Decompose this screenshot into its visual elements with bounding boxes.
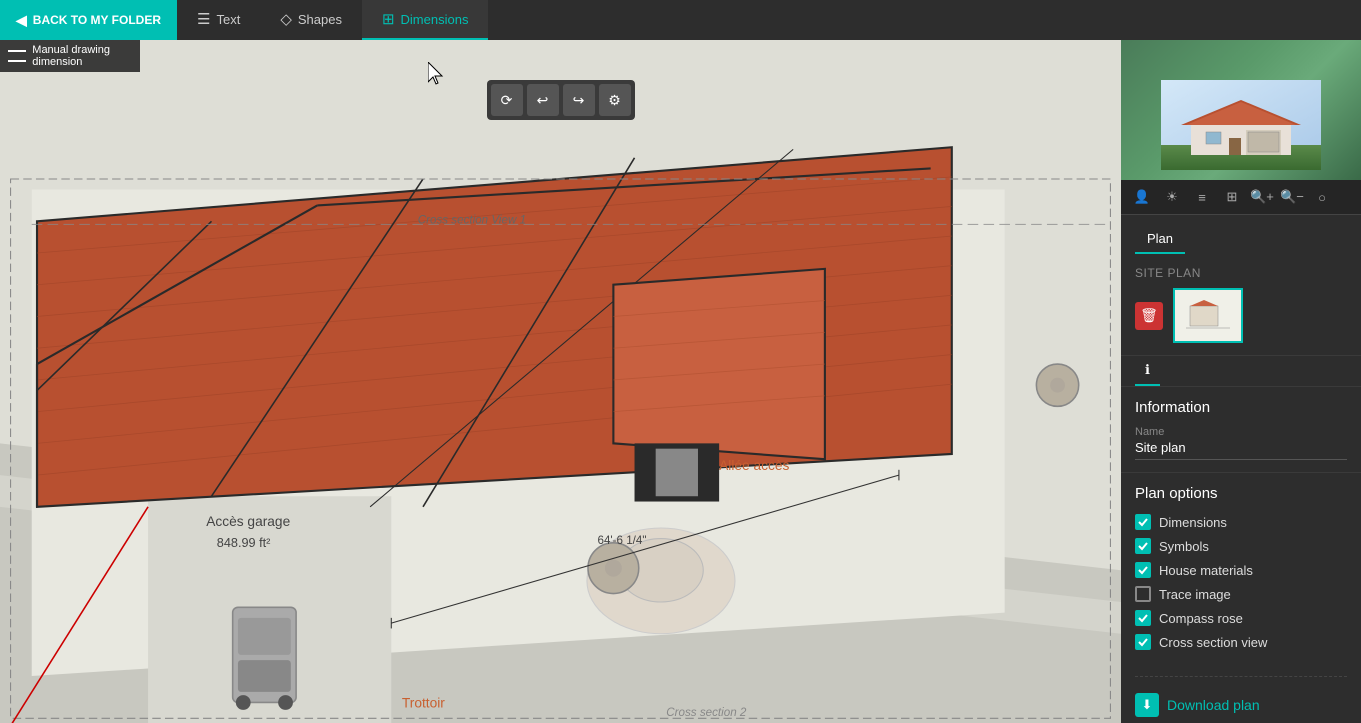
info-tab-button[interactable]: ℹ xyxy=(1135,356,1160,386)
compass-rose-label: Compass rose xyxy=(1159,611,1243,626)
reset-view-button[interactable]: ○ xyxy=(1309,184,1335,210)
back-button[interactable]: ◀ BACK TO MY FOLDER xyxy=(0,0,177,40)
undo-button[interactable]: ↩ xyxy=(527,84,559,116)
tab-dimensions[interactable]: ⊞ Dimensions xyxy=(362,0,489,40)
redo-button[interactable]: ↪ xyxy=(563,84,595,116)
svg-text:Allée accès: Allée accès xyxy=(719,458,789,473)
option-cross-section-view: Cross section view xyxy=(1135,634,1347,650)
zoom-out-button[interactable]: 🔍− xyxy=(1279,184,1305,210)
site-plan-thumb-image xyxy=(1186,298,1230,334)
panel-toolbar: 👤 ☀ ≡ ⊞ 🔍+ 🔍− ○ xyxy=(1121,180,1361,215)
download-plan-button[interactable]: ⬇ Download plan xyxy=(1121,683,1361,723)
tooltip-label: Manual drawing dimension xyxy=(32,44,132,68)
person-button[interactable]: 👤 xyxy=(1129,184,1155,210)
main-area: Manual drawing dimension ⟳ ↩ ↪ ⚙ xyxy=(0,40,1361,723)
site-plan-section: Site plan 🗑 xyxy=(1121,254,1361,356)
option-compass-rose: Compass rose xyxy=(1135,610,1347,626)
shapes-icon: ◇ xyxy=(280,10,292,28)
text-icon: ☰ xyxy=(197,10,210,28)
refresh-button[interactable]: ⟳ xyxy=(491,84,523,116)
download-icon: ⬇ xyxy=(1135,693,1159,717)
svg-text:64'-6 1/4": 64'-6 1/4" xyxy=(598,534,647,547)
site-plan-title: Site plan xyxy=(1135,266,1347,280)
sun-button[interactable]: ☀ xyxy=(1159,184,1185,210)
symbols-label: Symbols xyxy=(1159,539,1209,554)
download-label: Download plan xyxy=(1167,697,1260,713)
top-nav: ◀ BACK TO MY FOLDER ☰ Text ◇ Shapes ⊞ Di… xyxy=(0,0,1361,40)
back-label: BACK TO MY FOLDER xyxy=(33,13,161,27)
compass-rose-checkbox[interactable] xyxy=(1135,610,1151,626)
plan-options-section: Plan options Dimensions Symbols xyxy=(1121,473,1361,670)
svg-text:Cross section View 1: Cross section View 1 xyxy=(418,213,526,226)
name-label: Name xyxy=(1135,426,1347,438)
house-materials-checkbox[interactable] xyxy=(1135,562,1151,578)
grid-button[interactable]: ⊞ xyxy=(1219,184,1245,210)
tab-text[interactable]: ☰ Text xyxy=(177,0,260,40)
3d-preview[interactable] xyxy=(1121,40,1361,180)
house-preview-image xyxy=(1161,80,1321,170)
info-tab-row: ℹ xyxy=(1121,356,1361,387)
layers-button[interactable]: ≡ xyxy=(1189,184,1215,210)
information-section: Information Name Site plan xyxy=(1121,387,1361,473)
floor-plan: Cross section View 1 Allée accès Accès g… xyxy=(0,40,1121,723)
back-chevron-icon: ◀ xyxy=(16,12,27,29)
dimensions-icon: ⊞ xyxy=(382,10,395,28)
right-panel: 👤 ☀ ≡ ⊞ 🔍+ 🔍− ○ Plan Site plan 🗑 xyxy=(1121,40,1361,723)
plan-tab-header: Plan xyxy=(1121,215,1361,254)
tab-shapes-label: Shapes xyxy=(298,12,342,27)
settings-button[interactable]: ⚙ xyxy=(599,84,631,116)
tooltip-bar: Manual drawing dimension xyxy=(0,40,140,72)
divider xyxy=(1135,676,1347,677)
tab-dimensions-label: Dimensions xyxy=(401,12,469,27)
option-trace-image: Trace image xyxy=(1135,586,1347,602)
tab-shapes[interactable]: ◇ Shapes xyxy=(260,0,362,40)
dimension-tool-icon xyxy=(8,50,26,62)
svg-text:Trottoir: Trottoir xyxy=(402,696,445,711)
cross-section-checkbox[interactable] xyxy=(1135,634,1151,650)
dimensions-checkbox[interactable] xyxy=(1135,514,1151,530)
trace-image-checkbox[interactable] xyxy=(1135,586,1151,602)
name-value: Site plan xyxy=(1135,440,1347,460)
symbols-checkbox[interactable] xyxy=(1135,538,1151,554)
dimensions-label: Dimensions xyxy=(1159,515,1227,530)
plan-tab[interactable]: Plan xyxy=(1135,225,1185,254)
site-plan-thumbnail[interactable] xyxy=(1173,288,1243,343)
option-symbols: Symbols xyxy=(1135,538,1347,554)
tab-text-label: Text xyxy=(216,12,240,27)
svg-text:Cross section 2: Cross section 2 xyxy=(666,706,747,719)
site-plan-row: 🗑 xyxy=(1135,288,1347,343)
cross-section-view-label: Cross section view xyxy=(1159,635,1267,650)
zoom-in-button[interactable]: 🔍+ xyxy=(1249,184,1275,210)
information-heading: Information xyxy=(1135,399,1347,416)
floating-toolbar: ⟳ ↩ ↪ ⚙ xyxy=(487,80,635,120)
option-house-materials: House materials xyxy=(1135,562,1347,578)
option-dimensions: Dimensions xyxy=(1135,514,1347,530)
delete-site-plan-button[interactable]: 🗑 xyxy=(1135,302,1163,330)
svg-text:848.99 ft²: 848.99 ft² xyxy=(217,536,271,550)
plan-options-title: Plan options xyxy=(1135,485,1347,502)
trace-image-label: Trace image xyxy=(1159,587,1231,602)
house-materials-label: House materials xyxy=(1159,563,1253,578)
delete-icon: 🗑 xyxy=(1140,307,1158,324)
canvas-area[interactable]: Manual drawing dimension ⟳ ↩ ↪ ⚙ xyxy=(0,40,1121,723)
svg-text:Accès garage: Accès garage xyxy=(206,514,290,529)
plan-tab-label: Plan xyxy=(1147,231,1173,246)
